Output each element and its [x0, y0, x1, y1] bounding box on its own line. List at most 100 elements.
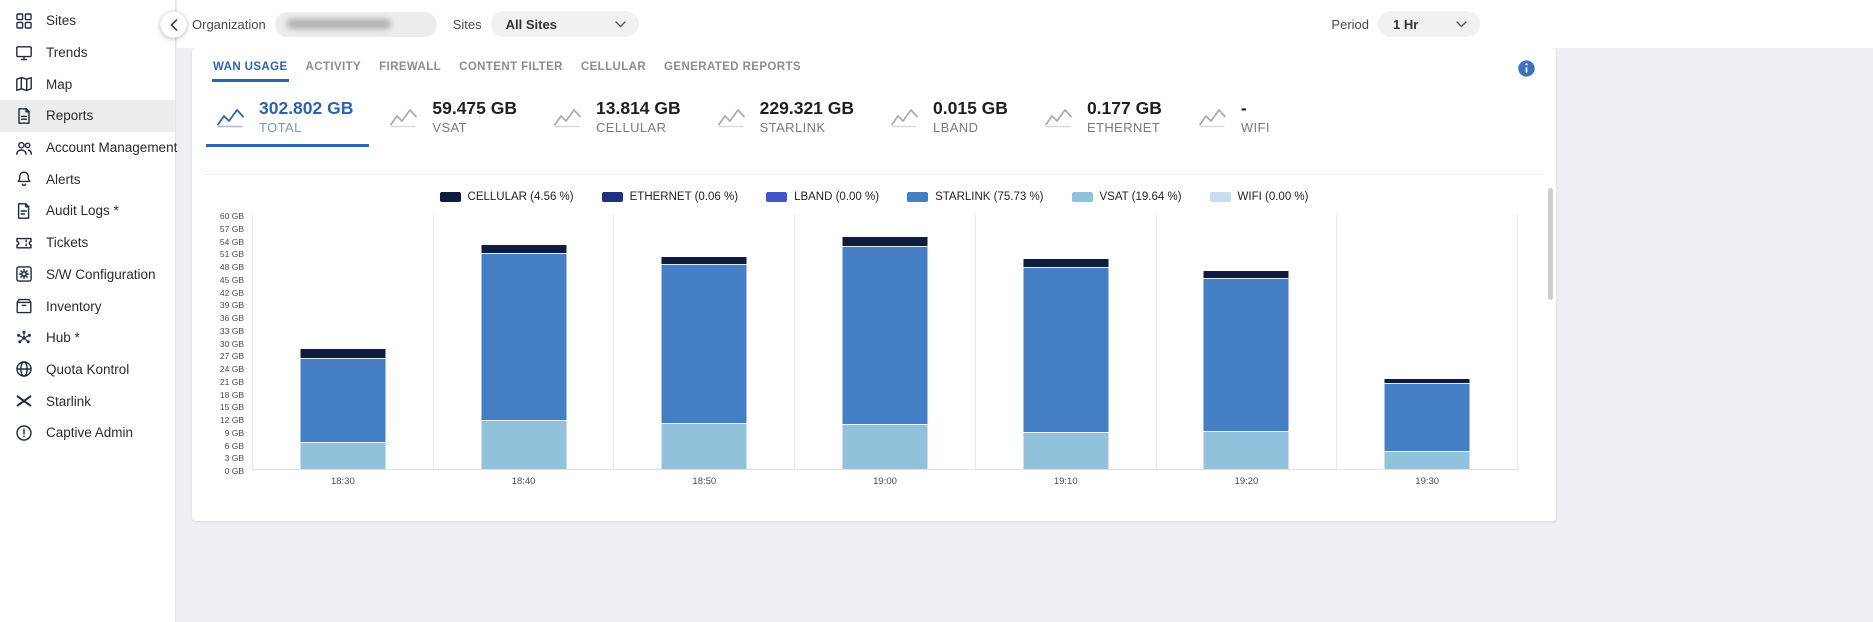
- sites-dropdown[interactable]: All Sites: [491, 11, 639, 37]
- bar-segment-cellular[interactable]: [481, 245, 566, 254]
- monitor-icon: [15, 44, 33, 62]
- organization-selector[interactable]: [275, 12, 437, 37]
- bar-segment-starlink[interactable]: [481, 254, 566, 421]
- stat-label: ETHERNET: [1087, 120, 1162, 135]
- ticket-icon: [15, 234, 33, 252]
- legend-label: ETHERNET (0.06 %): [630, 191, 738, 203]
- sidebar-item-inventory[interactable]: Inventory: [0, 290, 175, 322]
- legend-item-starlink[interactable]: STARLINK (75.73 %): [907, 191, 1043, 203]
- bar-segment-starlink[interactable]: [843, 247, 928, 425]
- x-axis-tick: 19:30: [1337, 476, 1517, 487]
- legend-item-lband[interactable]: LBAND (0.00 %): [766, 191, 879, 203]
- bar-segment-vsat[interactable]: [662, 424, 747, 469]
- box-icon: [15, 297, 33, 315]
- bar-segment-cellular[interactable]: [1204, 271, 1289, 279]
- bar-segment-vsat[interactable]: [1023, 433, 1108, 469]
- sidebar-item-audit-logs[interactable]: Audit Logs *: [0, 195, 175, 227]
- bar-segment-starlink[interactable]: [1023, 268, 1108, 434]
- stat-label: LBAND: [933, 120, 1008, 135]
- sites-dropdown-value: All Sites: [506, 17, 557, 32]
- sidebar-item-starlink[interactable]: Starlink: [0, 385, 175, 417]
- stacked-bar-18-40[interactable]: [481, 245, 566, 469]
- stacked-bar-18-50[interactable]: [662, 257, 747, 469]
- period-dropdown[interactable]: 1 Hr: [1378, 11, 1480, 37]
- sidebar-item-label: Alerts: [46, 172, 81, 187]
- sidebar-item-trends[interactable]: Trends: [0, 37, 175, 69]
- stat-wifi[interactable]: - WIFI: [1188, 90, 1286, 147]
- hub-icon: [15, 329, 33, 347]
- tab-generated-reports[interactable]: GENERATED REPORTS: [663, 54, 802, 82]
- sidebar-item-account-management[interactable]: Account Management: [0, 132, 175, 164]
- legend-item-wifi[interactable]: WIFI (0.00 %): [1210, 191, 1309, 203]
- stat-text: - WIFI: [1241, 98, 1270, 135]
- bar-segment-cellular[interactable]: [662, 257, 747, 265]
- report-card: WAN USAGE ACTIVITY FIREWALL CONTENT FILTER C…: [192, 48, 1556, 521]
- sidebar-item-label: Quota Kontrol: [46, 362, 129, 377]
- bar-segment-cellular[interactable]: [843, 237, 928, 247]
- stat-value: 59.475 GB: [432, 98, 517, 119]
- tab-cellular[interactable]: CELLULAR: [580, 54, 647, 82]
- sidebar-item-s-w-configuration[interactable]: S/W Configuration: [0, 259, 175, 291]
- stat-vsat[interactable]: 59.475 GB VSAT: [379, 90, 533, 147]
- stacked-bar-19-20[interactable]: [1204, 271, 1289, 469]
- stacked-bar-19-10[interactable]: [1023, 259, 1108, 469]
- sparkline-icon: [389, 105, 419, 129]
- sparkline-icon: [1198, 105, 1228, 129]
- gear-icon: [15, 265, 33, 283]
- period-dropdown-value: 1 Hr: [1393, 17, 1418, 32]
- legend-item-vsat[interactable]: VSAT (19.64 %): [1072, 191, 1182, 203]
- y-axis-tick: 15 GB: [220, 402, 244, 412]
- legend-label: VSAT (19.64 %): [1100, 191, 1182, 203]
- stat-text: 229.321 GB STARLINK: [760, 98, 854, 135]
- sidebar-item-quota-kontrol[interactable]: Quota Kontrol: [0, 354, 175, 386]
- sidebar-item-alerts[interactable]: Alerts: [0, 163, 175, 195]
- bar-segment-starlink[interactable]: [662, 265, 747, 424]
- y-axis-tick: 3 GB: [225, 453, 244, 463]
- stat-text: 0.177 GB ETHERNET: [1087, 98, 1162, 135]
- tab-wan-usage[interactable]: WAN USAGE: [212, 54, 289, 82]
- chart-legend: CELLULAR (4.56 %) ETHERNET (0.06 %) LBAN…: [204, 191, 1544, 203]
- sidebar-item-tickets[interactable]: Tickets: [0, 227, 175, 259]
- stat-ethernet[interactable]: 0.177 GB ETHERNET: [1034, 90, 1178, 147]
- chevron-down-icon: [615, 21, 626, 28]
- stat-starlink[interactable]: 229.321 GB STARLINK: [707, 90, 870, 147]
- scrollbar-thumb[interactable]: [1548, 188, 1553, 300]
- tab-activity[interactable]: ACTIVITY: [305, 54, 363, 82]
- stat-lband[interactable]: 0.015 GB LBAND: [880, 90, 1024, 147]
- sidebar-item-captive-admin[interactable]: Captive Admin: [0, 417, 175, 449]
- bar-segment-vsat[interactable]: [300, 443, 385, 469]
- bar-segment-cellular[interactable]: [1023, 259, 1108, 268]
- sidebar-item-sites[interactable]: Sites: [0, 5, 175, 37]
- bar-segment-vsat[interactable]: [481, 421, 566, 469]
- y-axis-tick: 9 GB: [225, 428, 244, 438]
- sidebar-item-map[interactable]: Map: [0, 68, 175, 100]
- tab-content-filter[interactable]: CONTENT FILTER: [458, 54, 564, 82]
- stat-total[interactable]: 302.802 GB TOTAL: [206, 90, 369, 147]
- tab-firewall[interactable]: FIREWALL: [378, 54, 442, 82]
- sidebar-item-label: Reports: [46, 108, 93, 123]
- x-axis-tick: 18:40: [434, 476, 614, 487]
- stacked-bar-18-30[interactable]: [300, 349, 385, 469]
- info-button[interactable]: [1517, 59, 1536, 78]
- sidebar-item-reports[interactable]: Reports: [0, 100, 175, 132]
- collapse-sidebar-button[interactable]: [160, 11, 187, 38]
- bar-segment-cellular[interactable]: [300, 349, 385, 358]
- shield-icon: [15, 424, 33, 442]
- bar-segment-starlink[interactable]: [1204, 279, 1289, 432]
- bar-segment-vsat[interactable]: [843, 425, 928, 469]
- chart-column-19-00: 19:00: [795, 215, 976, 469]
- y-axis-tick: 57 GB: [220, 224, 244, 234]
- sidebar-item-hub[interactable]: Hub *: [0, 322, 175, 354]
- bar-segment-starlink[interactable]: [300, 359, 385, 443]
- legend-item-ethernet[interactable]: ETHERNET (0.06 %): [602, 191, 738, 203]
- legend-item-cellular[interactable]: CELLULAR (4.56 %): [440, 191, 574, 203]
- stat-cellular[interactable]: 13.814 GB CELLULAR: [543, 90, 697, 147]
- bar-segment-starlink[interactable]: [1385, 384, 1470, 452]
- bar-segment-vsat[interactable]: [1385, 452, 1470, 469]
- stat-label: VSAT: [432, 120, 517, 135]
- bar-segment-vsat[interactable]: [1204, 432, 1289, 469]
- sparkline-icon: [890, 105, 920, 129]
- stacked-bar-19-00[interactable]: [843, 237, 928, 469]
- stat-label: WIFI: [1241, 120, 1270, 135]
- stacked-bar-19-30[interactable]: [1385, 379, 1470, 469]
